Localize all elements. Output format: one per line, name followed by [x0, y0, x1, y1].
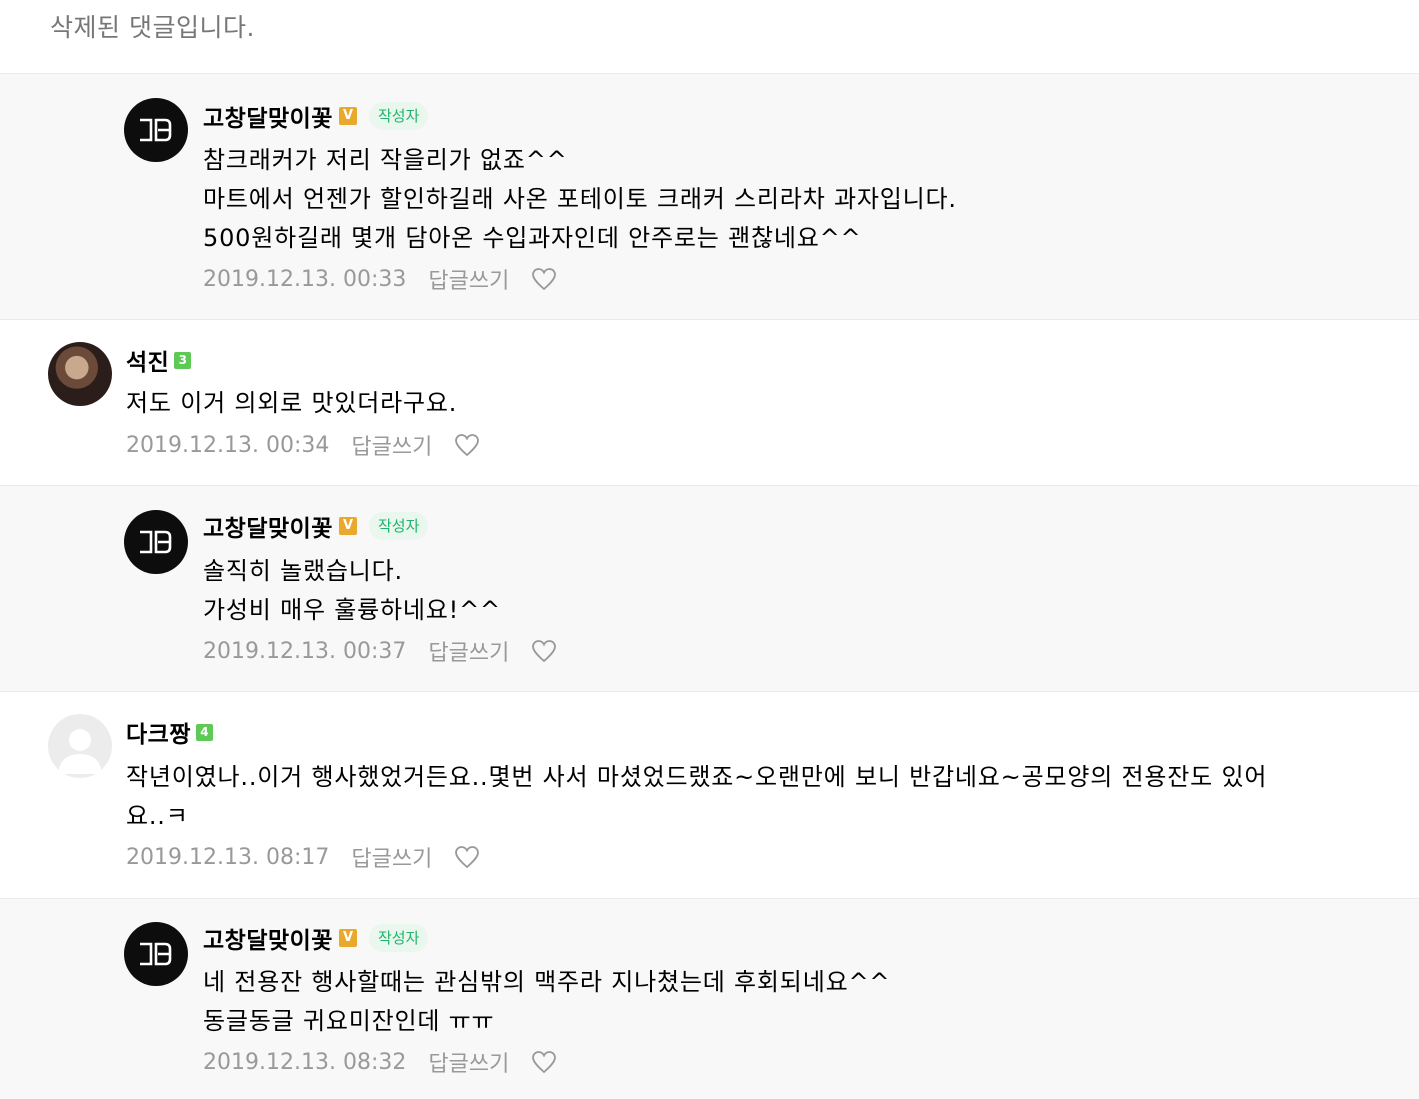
reply-button[interactable]: 답글쓰기: [428, 635, 509, 667]
comment-item: 고창달맞이꽃 V 작성자 참크래커가 저리 작을리가 없죠^^ 마트에서 언젠가…: [0, 73, 1419, 320]
nickname[interactable]: 석진: [126, 343, 169, 377]
like-heart-icon[interactable]: [454, 843, 482, 871]
comment-date: 2019.12.13. 00:33: [203, 266, 407, 292]
verified-badge-icon: V: [338, 107, 357, 125]
like-heart-icon[interactable]: [531, 1048, 559, 1076]
blog-logo-icon: [140, 118, 172, 142]
comment-date: 2019.12.13. 08:17: [126, 844, 330, 870]
nickname[interactable]: 고창달맞이꽃: [203, 921, 333, 955]
avatar[interactable]: [48, 714, 112, 778]
comment-item: 고창달맞이꽃 V 작성자 네 전용잔 행사할때는 관심밖의 맥주라 지나쳤는데 …: [0, 898, 1419, 1099]
verified-badge-icon: V: [338, 517, 357, 535]
comment-text: 작년이였나..이거 행사했었거든요..몇번 사서 마셨었드랬죠~오랜만에 보니 …: [126, 763, 1268, 830]
deleted-comment-notice: 삭제된 댓글입니다.: [50, 13, 255, 42]
comment-item: 석진 3 저도 이거 의외로 맛있더라구요. 2019.12.13. 00:34…: [0, 320, 1419, 485]
comment-date: 2019.12.13. 00:37: [203, 638, 407, 664]
reply-button[interactable]: 답글쓰기: [428, 263, 509, 295]
like-heart-icon[interactable]: [531, 637, 559, 665]
comment-item: 고창달맞이꽃 V 작성자 솔직히 놀랬습니다. 가성비 매우 훌륭하네요!^^ …: [0, 485, 1419, 692]
nickname[interactable]: 고창달맞이꽃: [203, 99, 333, 133]
level-badge-icon: 3: [174, 351, 192, 369]
comment-text: 저도 이거 의외로 맛있더라구요.: [126, 389, 458, 417]
reply-button[interactable]: 답글쓰기: [351, 841, 432, 873]
comment-item: 다크짱 4 작년이였나..이거 행사했었거든요..몇번 사서 마셨었드랬죠~오랜…: [0, 692, 1419, 898]
reply-button[interactable]: 답글쓰기: [351, 429, 432, 461]
blog-logo-icon: [140, 942, 172, 966]
level-badge-icon: 4: [195, 723, 213, 741]
like-heart-icon[interactable]: [454, 431, 482, 459]
author-tag: 작성자: [368, 924, 429, 952]
comment-date: 2019.12.13. 00:34: [126, 432, 330, 458]
verified-badge-icon: V: [338, 929, 357, 947]
comment-text: 참크래커가 저리 작을리가 없죠^^ 마트에서 언젠가 할인하길래 사온 포테이…: [203, 146, 957, 252]
nickname[interactable]: 고창달맞이꽃: [203, 509, 333, 543]
comment-text: 네 전용잔 행사할때는 관심밖의 맥주라 지나쳤는데 후회되네요^^ 동글동글 …: [203, 968, 891, 1035]
avatar[interactable]: [124, 922, 188, 986]
nickname[interactable]: 다크짱: [126, 715, 191, 749]
blog-logo-icon: [140, 530, 172, 554]
avatar[interactable]: [48, 342, 112, 406]
avatar[interactable]: [124, 98, 188, 162]
default-user-icon: [58, 729, 102, 774]
comment-text: 솔직히 놀랬습니다. 가성비 매우 훌륭하네요!^^: [203, 557, 501, 624]
avatar[interactable]: [124, 510, 188, 574]
author-tag: 작성자: [368, 512, 429, 540]
author-tag: 작성자: [368, 102, 429, 130]
like-heart-icon[interactable]: [531, 265, 559, 293]
comment-date: 2019.12.13. 08:32: [203, 1049, 407, 1075]
reply-button[interactable]: 답글쓰기: [428, 1046, 509, 1078]
